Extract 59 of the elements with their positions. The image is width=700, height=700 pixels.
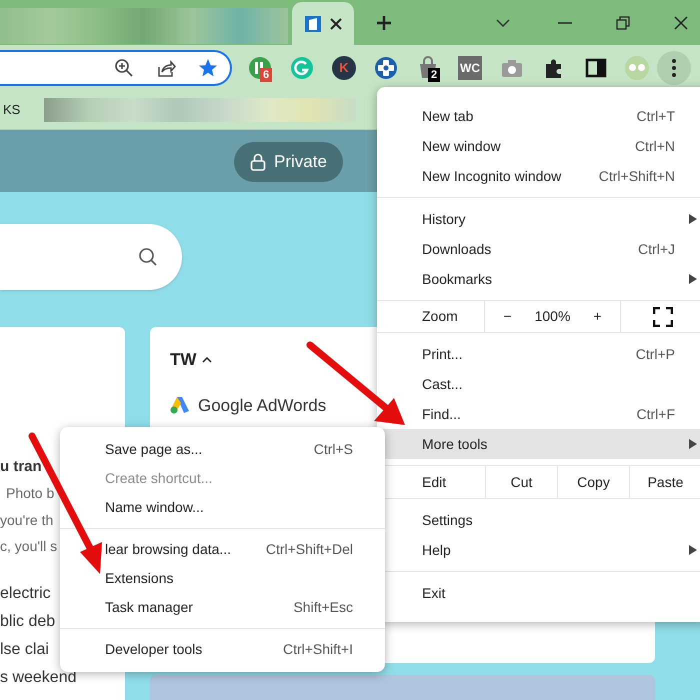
extension-icon[interactable] [374, 56, 398, 80]
menu-item[interactable]: Find... Ctrl+F [377, 399, 700, 429]
count-badge: 6 [260, 68, 272, 82]
search-field[interactable] [0, 224, 182, 290]
bookmark-link[interactable]: Google AdWords [198, 392, 326, 418]
new-tab-icon[interactable] [376, 14, 392, 30]
zoom-out-button[interactable]: − [485, 306, 530, 327]
article-text: blic deb [0, 612, 56, 632]
article-text: electric [0, 584, 51, 604]
triangle-logo-icon [170, 396, 190, 414]
close-icon[interactable] [330, 18, 342, 30]
bookmark-item[interactable]: KS [3, 100, 20, 120]
menu-item[interactable]: New Incognito window Ctrl+Shift+N [377, 161, 700, 191]
article-text: Photo b [5, 484, 54, 503]
article-text: lse clai [0, 640, 49, 660]
restore-icon[interactable] [616, 16, 630, 30]
window-icon [304, 14, 322, 32]
card-title: TW [170, 349, 196, 371]
article-text: you're th [0, 511, 54, 530]
chevron-down-icon[interactable] [496, 18, 510, 26]
menu-item[interactable]: Save page as... Ctrl+S [60, 435, 385, 464]
menu-item[interactable]: New tab Ctrl+T [377, 101, 700, 131]
active-tab[interactable] [292, 2, 354, 45]
article-text: s weekend [0, 668, 76, 688]
menu-item[interactable]: lear browsing data... Ctrl+Shift+Del [60, 535, 385, 564]
menu-item[interactable]: Bookmarks [377, 264, 700, 294]
star-icon[interactable] [198, 58, 218, 78]
submenu-arrow-icon [689, 214, 697, 224]
menu-item[interactable]: Extensions [60, 564, 385, 593]
zoom-level: 100% [534, 307, 572, 326]
zoom-in-button[interactable]: + [575, 306, 620, 327]
submenu-arrow-icon [689, 439, 697, 449]
zoom-in-icon[interactable] [114, 58, 134, 78]
extension-icon[interactable]: WC [458, 56, 482, 80]
menu-item[interactable]: Downloads Ctrl+J [377, 234, 700, 264]
private-button[interactable]: Private [234, 142, 343, 182]
menu-button[interactable] [657, 50, 691, 84]
article-text: c, you'll s [0, 537, 58, 556]
share-icon[interactable] [156, 58, 176, 78]
minimize-icon[interactable] [558, 22, 572, 24]
lock-icon [250, 153, 266, 171]
caret-up-icon[interactable] [202, 356, 212, 363]
menu-item[interactable]: Task manager Shift+Esc [60, 593, 385, 622]
menu-item[interactable]: New window Ctrl+N [377, 131, 700, 161]
menu-item[interactable]: Developer tools Ctrl+Shift+I [60, 635, 385, 664]
count-badge: 2 [428, 68, 440, 82]
menu-item[interactable]: Print... Ctrl+P [377, 339, 700, 369]
close-icon[interactable] [674, 16, 688, 30]
search-icon [138, 247, 158, 267]
fullscreen-icon[interactable] [653, 306, 673, 326]
menu-item[interactable]: Name window... [60, 493, 385, 522]
article-text: u tran [0, 457, 42, 477]
edit-label: Edit [421, 472, 448, 492]
address-bar[interactable] [0, 50, 232, 86]
menu-item[interactable]: History [377, 204, 700, 234]
menu-item[interactable]: Cast... [377, 369, 700, 399]
menu-item: Create shortcut... [104, 469, 214, 488]
submenu-arrow-icon [689, 545, 697, 555]
submenu-arrow-icon [689, 274, 697, 284]
